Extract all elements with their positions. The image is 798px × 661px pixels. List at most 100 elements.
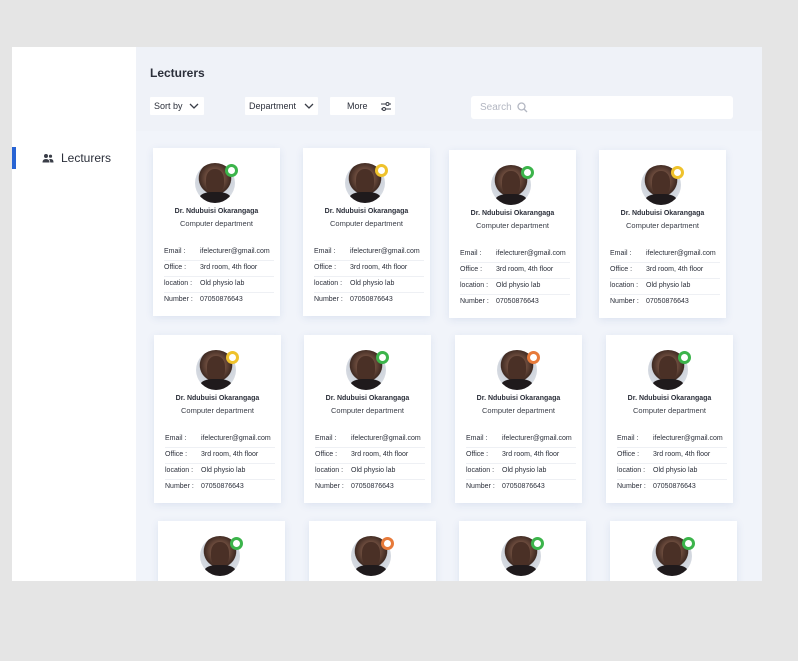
number-value: 07050876643 — [201, 483, 244, 490]
lecturer-name: Dr. Ndubuisi Okarangaga — [175, 395, 260, 402]
department-label: Department — [249, 101, 297, 111]
lecturer-card[interactable] — [309, 521, 436, 581]
lecturer-card[interactable]: Dr. Ndubuisi Okarangaga Computer departme… — [153, 148, 280, 316]
more-label: More — [347, 101, 368, 111]
office-row: Office : 3rd room, 4th floor — [314, 261, 424, 277]
field-label: Office : — [610, 266, 633, 273]
page-title: Lecturers — [150, 66, 205, 80]
email-value: ifelecturer@gmail.com — [351, 435, 421, 442]
app-window: Lecturers Lecturers Sort by Department M… — [12, 47, 762, 581]
search-input[interactable] — [480, 102, 680, 113]
location-row: location : Old physio lab — [315, 464, 425, 480]
office-value: 3rd room, 4th floor — [350, 264, 408, 271]
office-value: 3rd room, 4th floor — [201, 451, 259, 458]
number-value: 07050876643 — [496, 298, 539, 305]
email-row: Email : ifelecturer@gmail.com — [617, 432, 727, 448]
lecturer-department: Computer department — [626, 221, 699, 230]
status-indicator — [682, 537, 695, 550]
lecturer-name: Dr. Ndubuisi Okarangaga — [476, 395, 561, 402]
status-indicator — [381, 537, 394, 550]
location-value: Old physio lab — [653, 467, 698, 474]
location-value: Old physio lab — [350, 280, 395, 287]
email-row: Email : ifelecturer@gmail.com — [610, 247, 720, 263]
email-value: ifelecturer@gmail.com — [496, 250, 566, 257]
location-row: location : Old physio lab — [165, 464, 275, 480]
lecturer-card[interactable]: Dr. Ndubuisi Okarangaga Computer departme… — [303, 148, 430, 316]
lecturer-card[interactable] — [158, 521, 285, 581]
lecturer-card[interactable]: Dr. Ndubuisi Okarangaga Computer departme… — [455, 335, 582, 503]
location-row: location : Old physio lab — [314, 277, 424, 293]
lecturer-card[interactable]: Dr. Ndubuisi Okarangaga Computer departme… — [599, 150, 726, 318]
location-value: Old physio lab — [351, 467, 396, 474]
office-value: 3rd room, 4th floor — [351, 451, 409, 458]
number-row: Number : 07050876643 — [610, 295, 720, 311]
number-row: Number : 07050876643 — [315, 480, 425, 496]
more-filters-button[interactable]: More — [330, 97, 395, 115]
number-row: Number : 07050876643 — [466, 480, 576, 496]
sort-by-dropdown[interactable]: Sort by — [150, 97, 204, 115]
email-value: ifelecturer@gmail.com — [200, 248, 270, 255]
page-header: Lecturers Sort by Department More — [136, 47, 762, 131]
email-value: ifelecturer@gmail.com — [502, 435, 572, 442]
office-row: Office : 3rd room, 4th floor — [164, 261, 274, 277]
number-row: Number : 07050876643 — [164, 293, 274, 309]
location-row: location : Old physio lab — [466, 464, 576, 480]
email-row: Email : ifelecturer@gmail.com — [164, 245, 274, 261]
location-row: location : Old physio lab — [617, 464, 727, 480]
status-indicator — [678, 351, 691, 364]
office-value: 3rd room, 4th floor — [653, 451, 711, 458]
field-label: Number : — [460, 298, 489, 305]
sidebar: Lecturers — [12, 47, 136, 581]
lecturer-name: Dr. Ndubuisi Okarangaga — [174, 208, 259, 215]
email-value: ifelecturer@gmail.com — [201, 435, 271, 442]
email-value: ifelecturer@gmail.com — [350, 248, 420, 255]
sort-by-label: Sort by — [154, 101, 183, 111]
status-indicator — [230, 537, 243, 550]
field-label: Email : — [617, 435, 639, 442]
field-label: Number : — [610, 298, 639, 305]
field-label: location : — [314, 280, 343, 287]
sidebar-item-lecturers[interactable]: Lecturers — [12, 147, 136, 169]
status-indicator — [376, 351, 389, 364]
lecturer-card[interactable]: Dr. Ndubuisi Okarangaga Computer departme… — [304, 335, 431, 503]
lecturer-card[interactable]: Dr. Ndubuisi Okarangaga Computer departme… — [154, 335, 281, 503]
search-icon[interactable] — [517, 102, 528, 113]
location-value: Old physio lab — [200, 280, 245, 287]
number-value: 07050876643 — [653, 483, 696, 490]
department-dropdown[interactable]: Department — [245, 97, 318, 115]
status-indicator — [527, 351, 540, 364]
lecturer-card[interactable]: Dr. Ndubuisi Okarangaga Computer departme… — [449, 150, 576, 318]
lecturer-department: Computer department — [330, 219, 403, 228]
field-label: Office : — [314, 264, 337, 271]
office-row: Office : 3rd room, 4th floor — [466, 448, 576, 464]
number-value: 07050876643 — [646, 298, 689, 305]
lecturer-department: Computer department — [180, 219, 253, 228]
email-row: Email : ifelecturer@gmail.com — [315, 432, 425, 448]
lecturer-name: Dr. Ndubuisi Okarangaga — [620, 210, 705, 217]
number-value: 07050876643 — [200, 296, 243, 303]
field-label: location : — [610, 282, 639, 289]
status-indicator — [671, 166, 684, 179]
field-label: location : — [617, 467, 646, 474]
field-label: location : — [460, 282, 489, 289]
office-value: 3rd room, 4th floor — [496, 266, 554, 273]
lecturer-card[interactable]: Dr. Ndubuisi Okarangaga Computer departme… — [606, 335, 733, 503]
office-value: 3rd room, 4th floor — [200, 264, 258, 271]
lecturer-name: Dr. Ndubuisi Okarangaga — [627, 395, 712, 402]
field-label: location : — [164, 280, 193, 287]
field-label: Office : — [460, 266, 483, 273]
lecturer-card[interactable] — [610, 521, 737, 581]
chevron-down-icon — [189, 103, 199, 109]
number-row: Number : 07050876643 — [617, 480, 727, 496]
field-label: Office : — [466, 451, 489, 458]
status-indicator — [226, 351, 239, 364]
field-label: location : — [466, 467, 495, 474]
number-value: 07050876643 — [350, 296, 393, 303]
field-label: Number : — [466, 483, 495, 490]
email-row: Email : ifelecturer@gmail.com — [165, 432, 275, 448]
office-row: Office : 3rd room, 4th floor — [460, 263, 570, 279]
users-icon — [42, 154, 54, 163]
lecturer-name: Dr. Ndubuisi Okarangaga — [324, 208, 409, 215]
lecturer-card[interactable] — [459, 521, 586, 581]
lecturer-department: Computer department — [331, 406, 404, 415]
